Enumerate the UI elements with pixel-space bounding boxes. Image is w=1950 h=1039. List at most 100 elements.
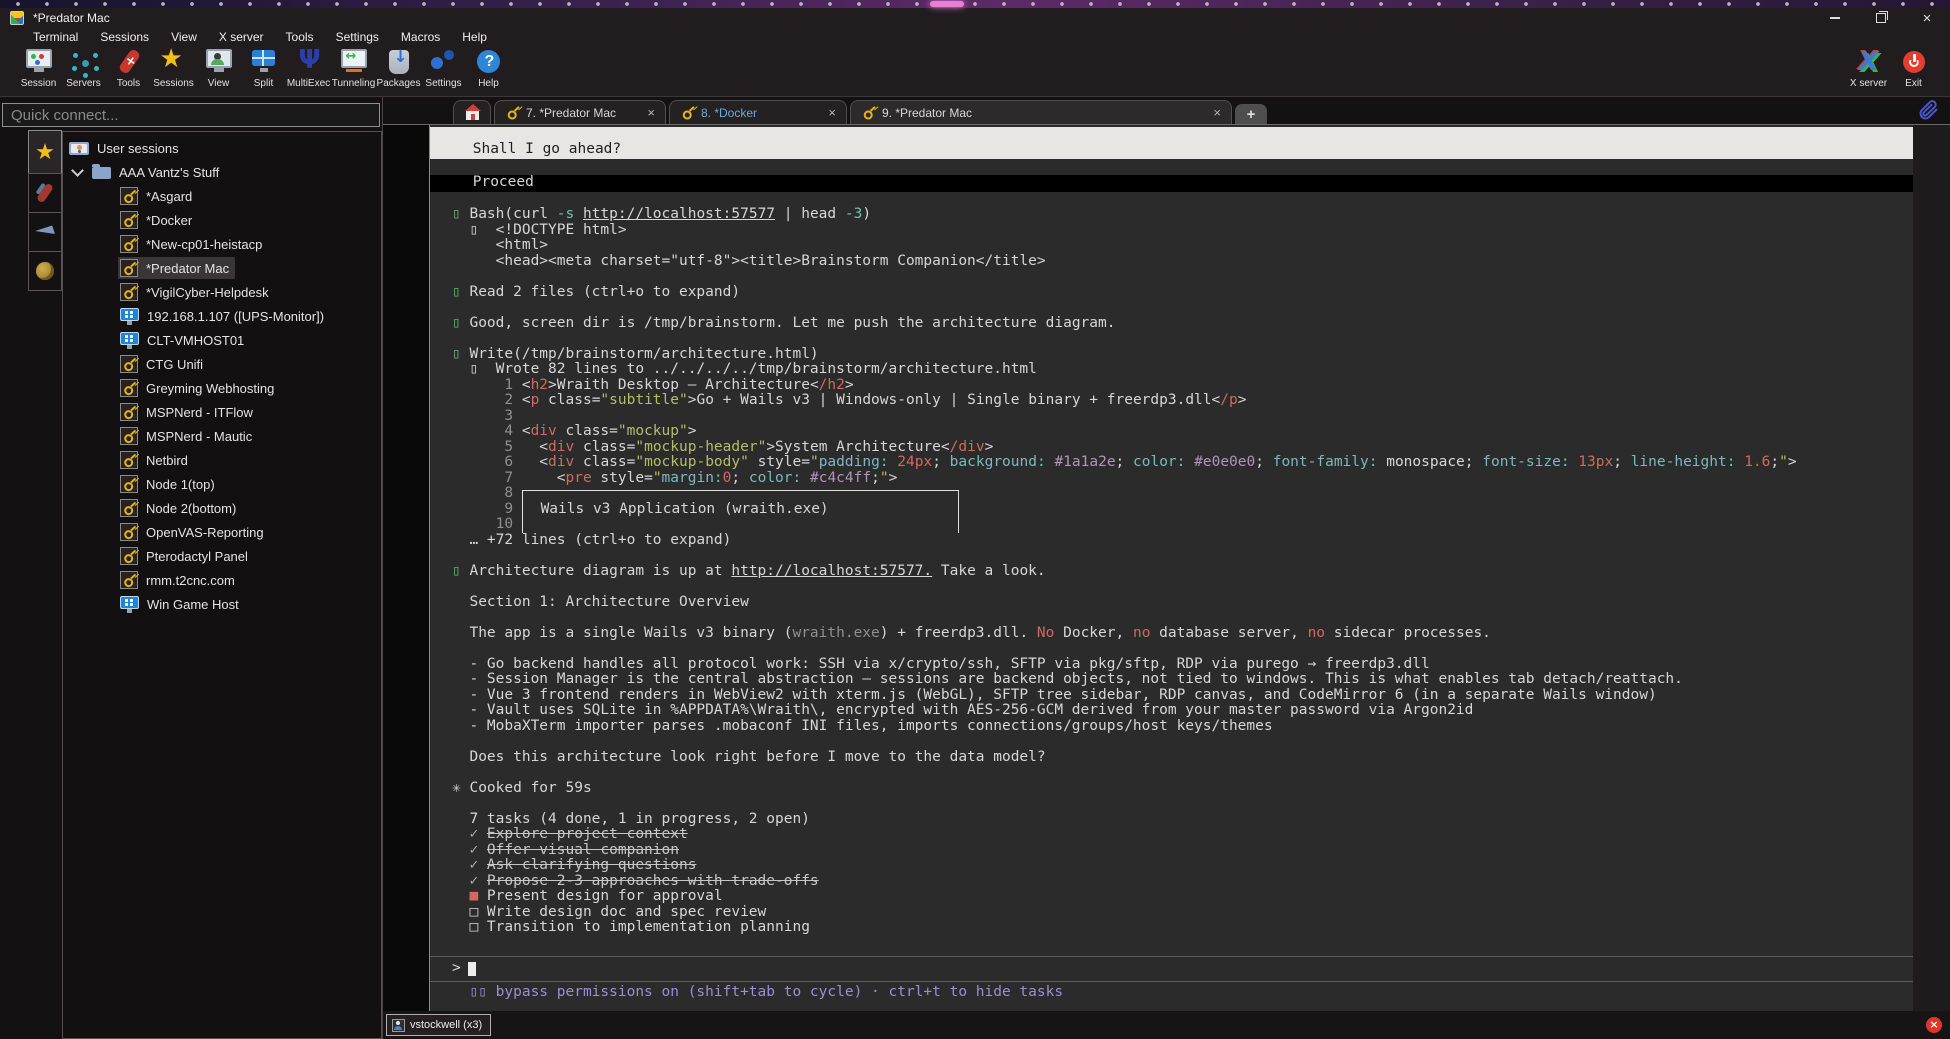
tab-close-icon[interactable]: × (1203, 105, 1221, 120)
session-item-label: 192.168.1.107 ([UPS-Monitor]) (147, 309, 324, 324)
tab-home[interactable] (453, 100, 491, 124)
session-item-win-game-host[interactable]: Win Game Host (63, 592, 381, 616)
key-icon (120, 379, 138, 397)
user-sessions-folder-icon (69, 142, 89, 155)
terminal-output[interactable]: Shall I go ahead? Proceed ▯ Bash(curl -s… (430, 125, 1913, 1011)
terminal-line: Shall I go ahead? (430, 127, 1913, 159)
toolbar-packages-button[interactable]: Packages (376, 45, 421, 96)
user-session-button[interactable]: vstockwell (x3) (386, 1014, 491, 1036)
terminal-line (430, 734, 1913, 750)
toolbar-session-button[interactable]: Session (16, 45, 61, 96)
rdp-monitor-icon (120, 308, 139, 325)
menu-item-tools[interactable]: Tools (275, 30, 325, 44)
tree-folder-aaa-vantz-s-stuff[interactable]: AAA Vantz's Stuff (63, 160, 381, 184)
session-item-greyming-webhosting[interactable]: Greyming Webhosting (63, 376, 381, 400)
toolbar-tunneling-button[interactable]: Tunneling (331, 45, 376, 96)
session-monitor-icon (24, 47, 54, 77)
toolbar-label: Exit (1891, 78, 1936, 89)
menu-item-sessions[interactable]: Sessions (89, 30, 160, 44)
terminal-line: 8 (430, 486, 1913, 502)
sidebar-rail: ★ (28, 131, 62, 1039)
session-item-node-1-top[interactable]: Node 1(top) (63, 472, 381, 496)
toolbar-servers-button[interactable]: Servers (61, 45, 106, 96)
ascii-box-top (522, 490, 958, 502)
toolbar-help-button[interactable]: Help (466, 45, 511, 96)
menu-item-settings[interactable]: Settings (325, 30, 390, 44)
terminal-line: ▯ <!DOCTYPE html> (430, 223, 1913, 239)
session-item-netbird[interactable]: Netbird (63, 448, 381, 472)
terminal-line: … +72 lines (ctrl+o to expand) (430, 533, 1913, 549)
tab-close-icon[interactable]: × (818, 105, 836, 120)
terminal-line: - Vault uses SQLite in %APPDATA%\Wraith\… (430, 703, 1913, 719)
terminal-line: 1 <h2>Wraith Desktop — Architecture</h2> (430, 378, 1913, 394)
minimize-button[interactable] (1812, 8, 1858, 28)
servers-network-icon (69, 47, 99, 77)
quick-connect-input[interactable] (2, 103, 380, 127)
new-tab-button[interactable]: + (1235, 104, 1267, 124)
toolbar-exit-button[interactable]: Exit (1891, 45, 1936, 96)
terminal-line: □ Transition to implementation planning (430, 920, 1913, 936)
rail-tools-button[interactable] (28, 173, 62, 213)
folder-icon (92, 167, 111, 179)
rail-globe-button[interactable] (28, 251, 62, 291)
tab-8-docker[interactable]: 8. *Docker × (669, 100, 847, 124)
menu-item-help[interactable]: Help (451, 30, 498, 44)
toolbar-settings-button[interactable]: Settings (421, 45, 466, 96)
tab-9-predator-mac[interactable]: 9. *Predator Mac× (850, 100, 1232, 124)
terminal-line (430, 765, 1913, 781)
terminal-line: - Vue 3 frontend renders in WebView2 wit… (430, 688, 1913, 704)
toolbar-x-server-button[interactable]: X server (1846, 45, 1891, 96)
question-icon (474, 47, 504, 77)
key-icon (120, 427, 138, 445)
toolbar-tools-button[interactable]: Tools (106, 45, 151, 96)
terminal-line: 4 <div class="mockup"> (430, 424, 1913, 440)
terminal-line: ✓ Explore project context (430, 827, 1913, 843)
toolbar-sessions-button[interactable]: Sessions (151, 45, 196, 96)
toolbar-view-button[interactable]: View (196, 45, 241, 96)
session-item-label: Node 2(bottom) (146, 501, 236, 516)
maximize-button[interactable] (1858, 8, 1904, 28)
attach-paperclip-icon[interactable] (1916, 98, 1940, 122)
tab-7-predator-mac[interactable]: 7. *Predator Mac× (494, 100, 666, 124)
session-item-clt-vmhost01[interactable]: CLT-VMHOST01 (63, 328, 381, 352)
session-item-node-2-bottom[interactable]: Node 2(bottom) (63, 496, 381, 520)
menu-item-view[interactable]: View (160, 30, 208, 44)
menu-item-macros[interactable]: Macros (390, 30, 451, 44)
chevron-down-icon[interactable] (71, 164, 84, 177)
session-item-label: *New-cp01-heistacp (146, 237, 262, 252)
session-item-asgard[interactable]: *Asgard (63, 184, 381, 208)
notification-close-button[interactable]: × (1926, 1017, 1942, 1033)
tab-close-icon[interactable]: × (637, 105, 655, 120)
session-item-mspnerd-itflow[interactable]: MSPNerd - ITFlow (63, 400, 381, 424)
swiss-knife-icon (36, 183, 54, 204)
menu-item-x-server[interactable]: X server (208, 30, 275, 44)
rail-send-button[interactable] (28, 212, 62, 252)
terminal-line: ✓ Ask clarifying questions (430, 858, 1913, 874)
close-icon: × (1923, 11, 1932, 26)
session-item-predator-mac[interactable]: *Predator Mac (63, 256, 381, 280)
taskbar-active-indicator (930, 1, 964, 7)
window-controls: × (1812, 8, 1950, 28)
rail-sessions-button[interactable]: ★ (28, 130, 62, 174)
terminal-line: 5 <div class="mockup-header">System Arch… (430, 440, 1913, 456)
session-item-rmm-t2cnc-com[interactable]: rmm.t2cnc.com (63, 568, 381, 592)
session-item-docker[interactable]: *Docker (63, 208, 381, 232)
tab-label: 8. *Docker (701, 106, 757, 120)
terminal-line (430, 159, 1913, 175)
key-icon (120, 211, 138, 229)
toolbar-multiexec-button[interactable]: MultiExec (286, 45, 331, 96)
session-item-192-168-1-107-ups-monitor[interactable]: 192.168.1.107 ([UPS-Monitor]) (63, 304, 381, 328)
toolbar-split-button[interactable]: Split (241, 45, 286, 96)
menu-item-terminal[interactable]: Terminal (22, 30, 89, 44)
session-item-label: rmm.t2cnc.com (146, 573, 235, 588)
close-button[interactable]: × (1904, 8, 1950, 28)
tree-root-user-sessions[interactable]: User sessions (63, 136, 381, 160)
session-item-vigilcyber-helpdesk[interactable]: *VigilCyber-Helpdesk (63, 280, 381, 304)
terminal-prompt[interactable]: > (430, 956, 1913, 982)
session-item-mspnerd-mautic[interactable]: MSPNerd - Mautic (63, 424, 381, 448)
session-item-new-cp01-heistacp[interactable]: *New-cp01-heistacp (63, 232, 381, 256)
session-item-openvas-reporting[interactable]: OpenVAS-Reporting (63, 520, 381, 544)
session-item-ctg-unifi[interactable]: CTG Unifi (63, 352, 381, 376)
session-item-pterodactyl-panel[interactable]: Pterodactyl Panel (63, 544, 381, 568)
menu-bar: TerminalSessionsViewX serverToolsSetting… (0, 28, 1950, 45)
